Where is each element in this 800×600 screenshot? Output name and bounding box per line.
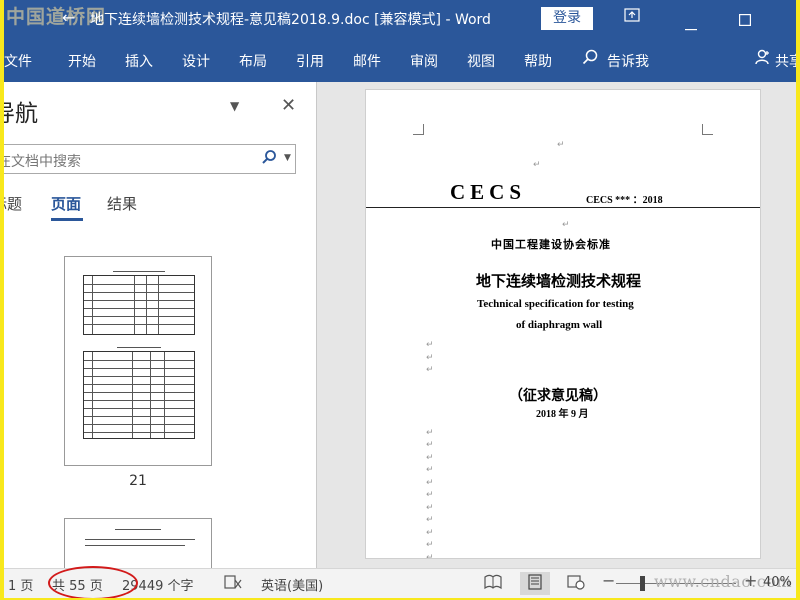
tab-file[interactable]: 文件 [4,51,32,71]
title-english-line-1: Technical specification for testing [477,298,634,310]
crop-mark-left [413,124,424,135]
print-layout-icon[interactable] [527,574,543,594]
tab-mailings[interactable]: 邮件 [353,51,381,71]
web-layout-icon[interactable] [567,574,585,594]
zoom-slider-thumb[interactable] [640,576,645,591]
thumb-table-top [83,275,195,335]
tab-design[interactable]: 设计 [182,51,210,71]
login-button[interactable]: 登录 [541,7,593,30]
zoom-in-icon[interactable]: + [744,571,757,590]
minimize-icon[interactable] [685,17,697,35]
title-bar: 中国道桥网 ← 地下连续墙检测技术规程-意见稿2018.9.doc [兼容模式]… [4,0,796,38]
paragraph-mark: ↵ [426,490,434,500]
thumb-caption [113,271,165,272]
paragraph-mark: ↵ [426,515,434,525]
back-arrow-icon[interactable]: ← [62,8,75,27]
paragraph-mark: ↵ [562,220,570,230]
paragraph-mark: ↵ [426,552,434,559]
status-current-page[interactable]: 1 页 [8,575,33,594]
paragraph-mark: ↵ [557,140,565,150]
paragraph-mark: ↵ [426,440,434,450]
paragraph-mark: ↵ [426,340,434,350]
paragraph-mark: ↵ [426,365,434,375]
tab-help[interactable]: 帮助 [524,51,552,71]
cecs-heading: CECS [450,180,527,204]
title-chinese: 地下连续墙检测技术规程 [476,274,642,290]
status-language[interactable]: 英语(美国) [261,575,323,594]
paragraph-mark: ↵ [533,160,541,170]
paragraph-mark: ↵ [426,540,434,550]
proofing-book-icon[interactable] [224,574,242,594]
read-mode-icon[interactable] [484,574,502,594]
tab-layout[interactable]: 布局 [239,51,267,71]
ribbon-display-icon[interactable] [624,8,640,26]
document-page[interactable]: ↵ ↵ CECS CECS *** ：2018 ↵ 中国工程建设协会标准 地下连… [365,89,761,559]
header-rule [366,207,760,208]
share-person-icon[interactable] [755,49,771,69]
zoom-out-icon[interactable]: − [602,571,615,590]
thumb-caption-2 [117,347,161,348]
paragraph-mark: ↵ [426,477,434,488]
paragraph-mark: ↵ [426,427,434,438]
paragraph-mark: ↵ [426,352,434,363]
nav-search-placeholder: 在文档中搜索 [4,154,81,170]
nav-pane-title: 导航 [4,101,38,127]
draft-label: （征求意见稿） [509,389,607,404]
nav-tab-headings[interactable]: 标题 [4,193,22,214]
zoom-level[interactable]: 40% [763,575,792,590]
nav-tab-results[interactable]: 结果 [107,193,137,214]
paragraph-mark: ↵ [426,452,434,463]
pane-options-chevron-icon[interactable]: ▼ [230,99,239,113]
cecs-code: CECS *** ：2018 [586,195,663,206]
tab-view[interactable]: 视图 [467,51,495,71]
share-button[interactable]: 共享 [775,51,796,71]
tell-me-box[interactable]: 告诉我 [607,51,649,71]
tab-insert[interactable]: 插入 [125,51,153,71]
publication-date: 2018 年 9 月 [536,409,589,420]
search-icon[interactable] [261,149,277,169]
thumb-table-bottom [83,351,195,439]
active-tab-indicator [51,218,83,221]
close-icon[interactable]: ✕ [281,95,296,116]
tab-home[interactable]: 开始 [68,51,96,71]
paragraph-mark: ↵ [426,465,434,475]
annotation-red-ellipse [48,566,138,598]
nav-tab-pages[interactable]: 页面 [51,193,81,214]
document-area[interactable]: ↵ ↵ CECS CECS *** ：2018 ↵ 中国工程建设协会标准 地下连… [317,82,796,568]
paragraph-mark: ↵ [426,527,434,538]
title-english-line-2: of diaphragm wall [516,319,603,331]
crop-mark-right [702,124,713,135]
page-thumbnail-21[interactable] [64,256,212,466]
word-window: 中国道桥网 ← 地下连续墙检测技术规程-意见稿2018.9.doc [兼容模式]… [4,0,796,598]
association-name: 中国工程建设协会标准 [491,239,611,251]
ribbon-tabs: 文件 开始 插入 设计 布局 引用 邮件 审阅 视图 帮助 告诉我 共享 [4,38,796,82]
document-title: 地下连续墙检测技术规程-意见稿2018.9.doc [兼容模式] - Word [90,12,491,28]
navigation-pane: 导航 ▼ ✕ 在文档中搜索 ▼ 标题 页面 结果 [4,82,316,578]
search-options-chevron-icon[interactable]: ▼ [284,153,291,163]
maximize-icon[interactable] [739,12,752,30]
lightbulb-search-icon[interactable] [582,49,598,69]
paragraph-mark: ↵ [426,502,434,513]
tab-review[interactable]: 审阅 [410,51,438,71]
thumbnail-page-number: 21 [129,473,147,489]
tab-references[interactable]: 引用 [296,51,324,71]
nav-search-input[interactable]: 在文档中搜索 ▼ [4,144,296,174]
